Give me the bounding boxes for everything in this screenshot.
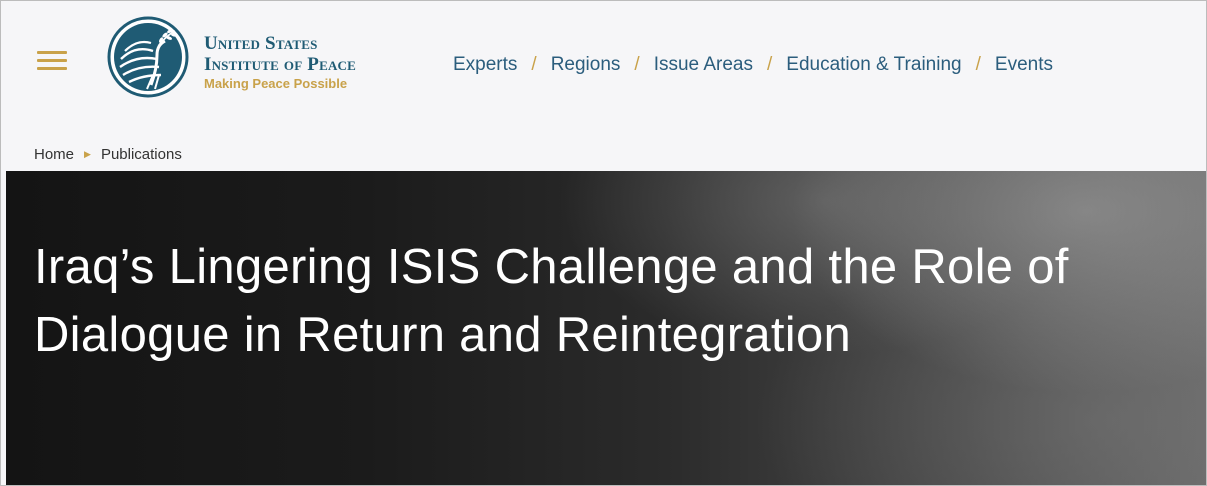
breadcrumb: Home ▶ Publications: [34, 146, 182, 163]
nav-separator: /: [766, 54, 773, 75]
nav-item-issue-areas[interactable]: Issue Areas: [654, 54, 753, 76]
brand-name-line1: United States: [204, 33, 318, 54]
nav-separator: /: [975, 54, 981, 75]
nav-separator: /: [531, 54, 537, 75]
usip-dove-seal-icon[interactable]: [107, 15, 189, 99]
menu-bar: [37, 59, 67, 62]
nav-item-events[interactable]: Events: [995, 54, 1053, 76]
hamburger-menu-icon[interactable]: [37, 51, 67, 73]
page-title: Iraq’s Lingering ISIS Challenge and the …: [34, 240, 1069, 362]
hero-banner: Iraq’s Lingering ISIS Challenge and the …: [6, 171, 1206, 485]
main-nav: Experts / Regions / Issue Areas / Educat…: [453, 54, 1053, 76]
nav-item-education-training[interactable]: Education & Training: [786, 54, 961, 76]
triangle-right-icon: ▶: [84, 149, 91, 159]
brand-wordmark[interactable]: United States Institute of Peace Making …: [204, 33, 356, 92]
brand-name-line2: Institute of Peace: [204, 54, 357, 75]
brand-tagline: Making Peace Possible: [204, 76, 348, 91]
menu-bar: [37, 51, 67, 54]
menu-bar: [37, 67, 67, 70]
site-header: United States Institute of Peace Making …: [1, 1, 1206, 163]
logo-seal-svg: [107, 16, 189, 98]
nav-item-regions[interactable]: Regions: [551, 54, 621, 76]
page-frame: United States Institute of Peace Making …: [0, 0, 1207, 486]
breadcrumb-publications[interactable]: Publications: [101, 146, 182, 163]
breadcrumb-home[interactable]: Home: [34, 146, 74, 163]
nav-item-experts[interactable]: Experts: [453, 54, 517, 76]
nav-separator: /: [634, 54, 640, 75]
